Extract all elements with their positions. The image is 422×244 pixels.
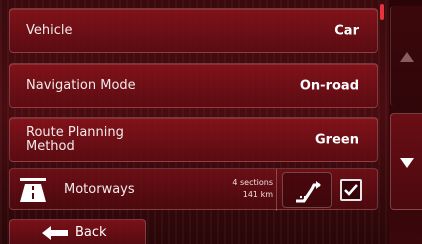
road-avoid-icon — [296, 181, 321, 203]
scroll-down-button[interactable] — [390, 113, 422, 210]
scroll-up-arrow-icon — [400, 52, 414, 62]
setting-label: Route Planning Method — [26, 124, 124, 154]
scroll-up-button[interactable] — [390, 6, 422, 106]
road-avoid-button[interactable] — [282, 172, 332, 208]
setting-value: Car — [334, 23, 359, 38]
motorway-icon — [20, 178, 46, 202]
motorways-label: Motorways — [64, 182, 135, 197]
motorways-distance: 141 km — [242, 190, 273, 199]
setting-value: Green — [315, 132, 359, 147]
back-label: Back — [75, 225, 107, 240]
divider — [276, 169, 277, 211]
checkmark-icon — [344, 184, 358, 196]
motorways-checkbox[interactable] — [340, 179, 362, 201]
setting-value: On-road — [299, 78, 359, 93]
setting-row-route-planning-method[interactable]: Route Planning Method Green — [9, 117, 378, 162]
scroll-down-arrow-icon — [400, 158, 414, 168]
back-arrow-icon — [42, 226, 68, 240]
motorways-sections: 4 sections — [232, 178, 273, 187]
setting-row-navigation-mode[interactable]: Navigation Mode On-road — [9, 63, 378, 108]
setting-row-vehicle[interactable]: Vehicle Car — [9, 8, 378, 53]
setting-label: Navigation Mode — [26, 77, 136, 93]
setting-label: Vehicle — [26, 22, 73, 38]
motorways-row: Motorways 4 sections 141 km — [9, 168, 378, 211]
scrollbar-thumb[interactable] — [380, 4, 384, 20]
back-button[interactable]: Back — [9, 219, 146, 244]
